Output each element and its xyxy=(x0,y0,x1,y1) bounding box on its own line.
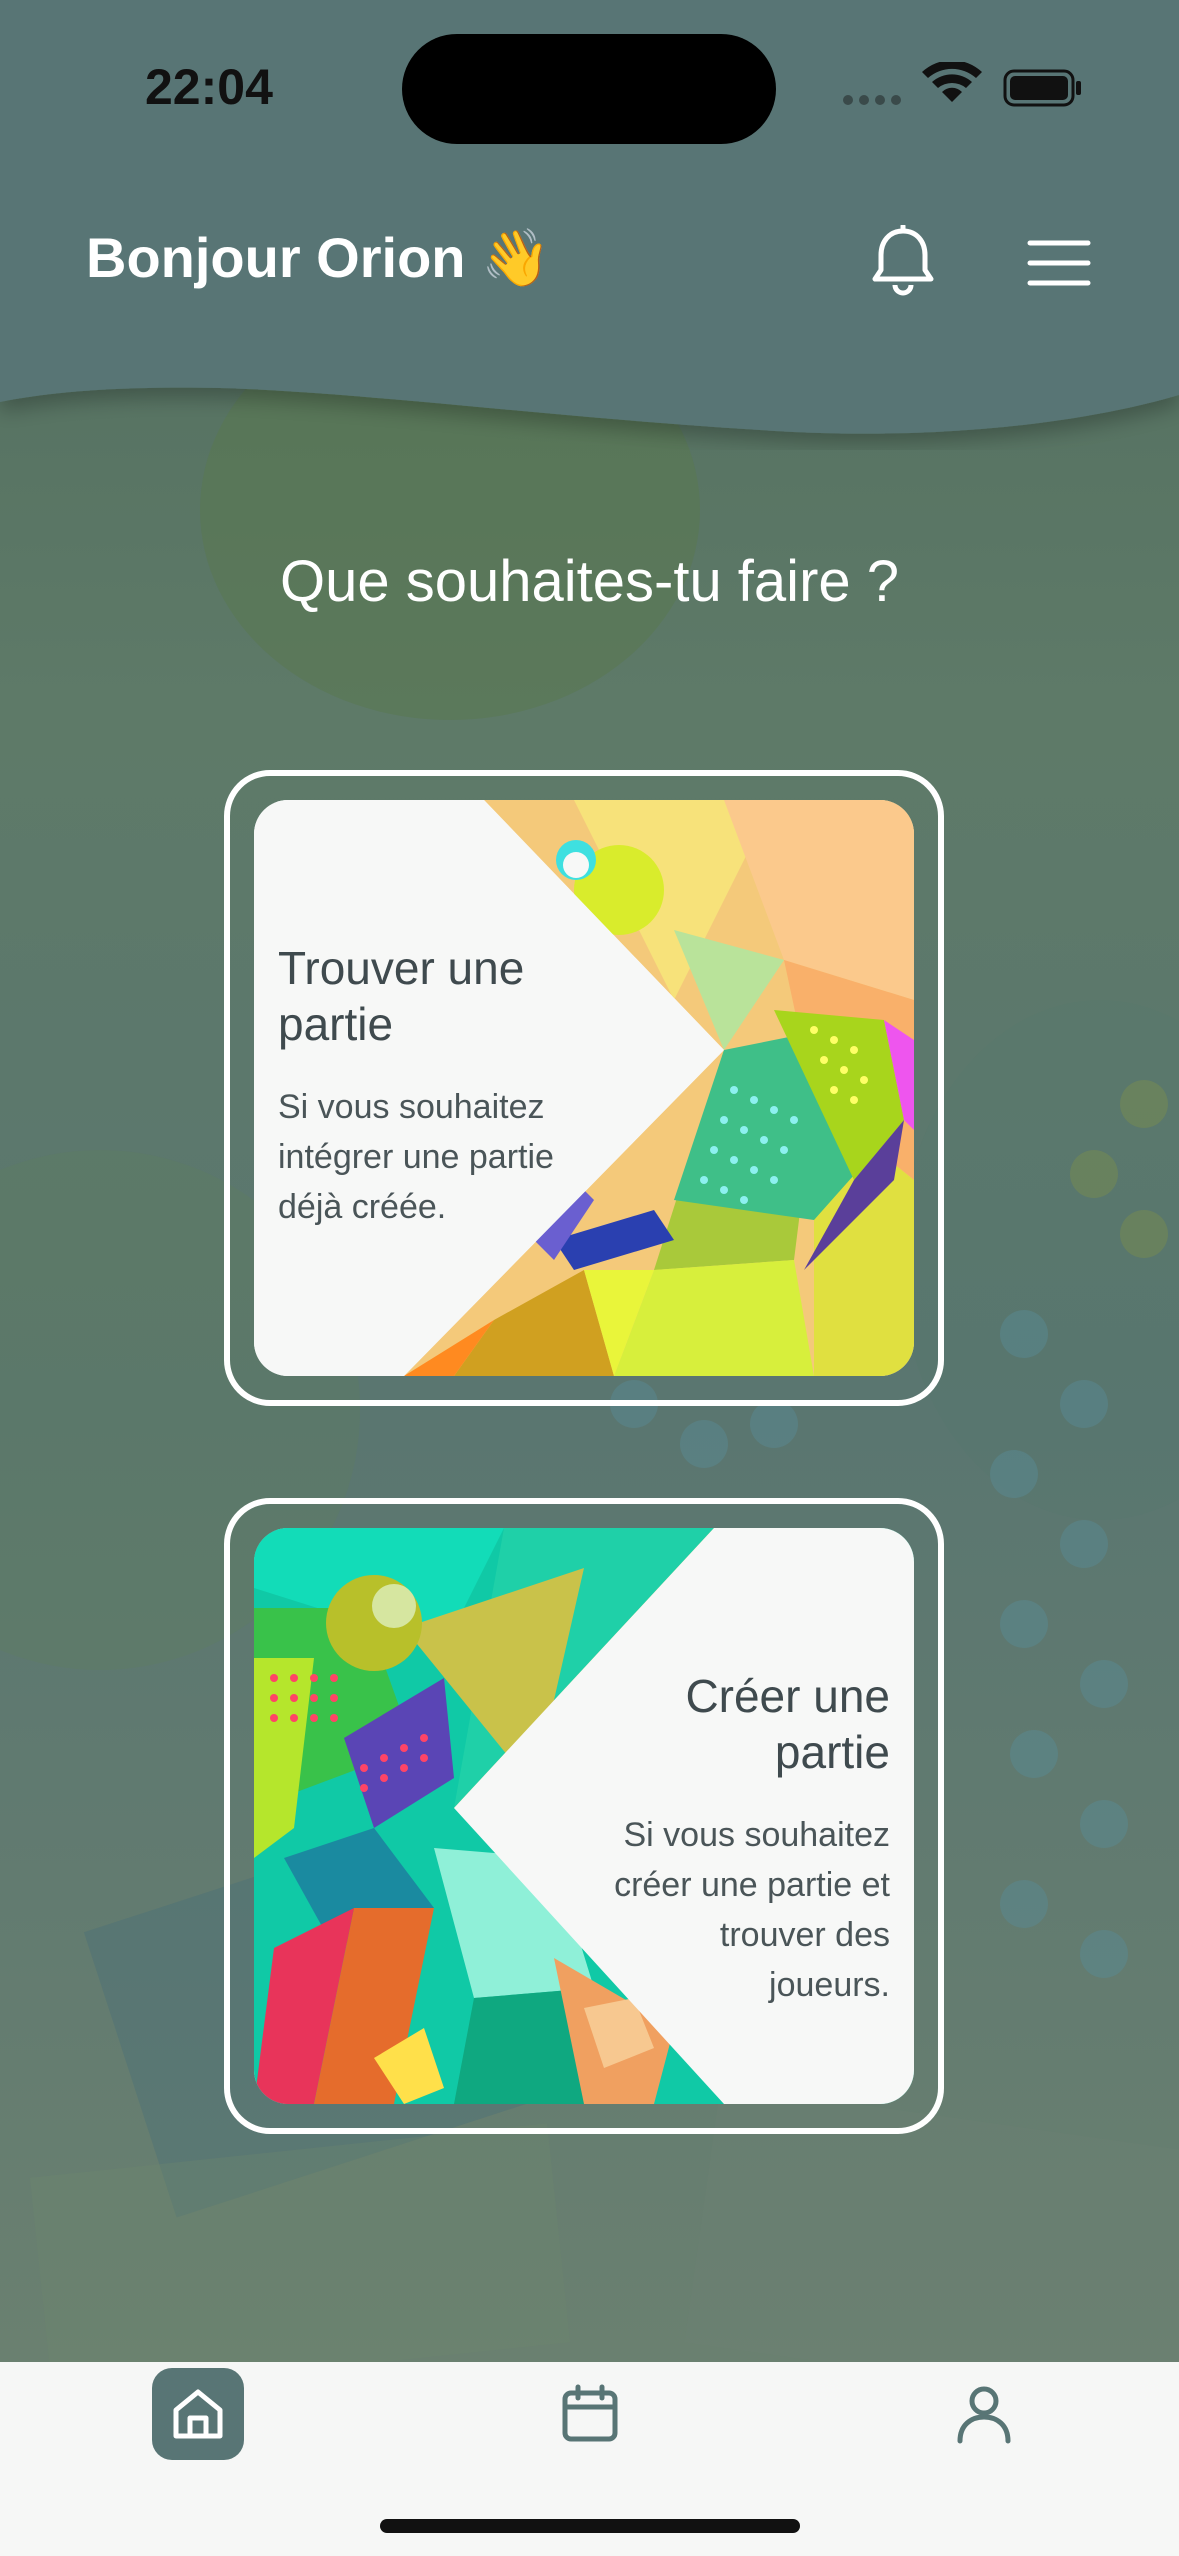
create-game-card[interactable]: Créer une partie Si vous souhaitez créer… xyxy=(224,1498,944,2134)
tab-profile[interactable] xyxy=(938,2368,1030,2460)
create-game-title: Créer une partie xyxy=(685,1670,890,1778)
find-game-card-content: Trouver une partie Si vous souhaitez int… xyxy=(254,800,914,1376)
header: 22:04 Bonjour Orion 👋 xyxy=(0,0,1179,450)
find-game-card[interactable]: Trouver une partie Si vous souhaitez int… xyxy=(224,770,944,1406)
battery-icon xyxy=(1003,69,1081,107)
calendar-icon xyxy=(562,2384,618,2442)
tab-calendar[interactable] xyxy=(544,2368,636,2460)
wifi-icon xyxy=(922,62,982,102)
greeting-title: Bonjour Orion 👋 xyxy=(86,226,551,289)
tab-home[interactable] xyxy=(152,2368,244,2460)
signal-icon xyxy=(843,95,901,105)
create-game-description: Si vous souhaitez créer une partie et tr… xyxy=(614,1816,890,2004)
home-indicator xyxy=(380,2519,800,2533)
user-icon xyxy=(957,2386,1011,2444)
status-icons xyxy=(843,62,1081,107)
hamburger-menu-icon xyxy=(1027,240,1091,286)
notifications-button[interactable] xyxy=(858,216,948,306)
menu-button[interactable] xyxy=(1014,218,1104,308)
dynamic-island xyxy=(402,34,776,144)
status-time: 22:04 xyxy=(145,59,273,115)
create-game-card-content: Créer une partie Si vous souhaitez créer… xyxy=(254,1528,914,2104)
bell-icon xyxy=(872,225,934,296)
find-game-title: Trouver une partie xyxy=(278,942,525,1050)
home-icon xyxy=(173,2389,223,2439)
page-question: Que souhaites-tu faire ? xyxy=(279,549,900,614)
find-game-description: Si vous souhaitez intégrer une partie dé… xyxy=(278,1088,554,1226)
